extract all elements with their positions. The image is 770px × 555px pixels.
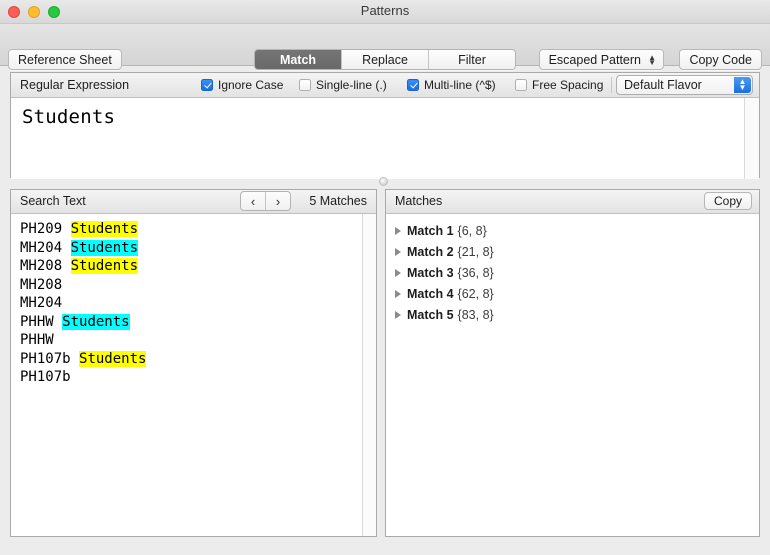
toolbar: Reference Sheet Match Replace Filter Esc… [0,24,770,70]
match-row[interactable]: Match 3 {36, 8} [386,262,759,283]
disclosure-triangle-icon[interactable] [395,268,401,277]
matches-list[interactable]: Match 1 {6, 8} Match 2 {21, 8} Match 3 {36, 8… [386,214,759,536]
checkbox-free-spacing[interactable] [515,79,527,91]
disclosure-triangle-icon[interactable] [395,310,401,319]
search-text-scrollbar[interactable] [362,214,376,536]
search-text-line: MH208 Students [20,257,146,276]
matches-title: Matches [395,194,443,208]
match-row-name: Match 4 [407,286,454,301]
option-multi-line-label: Multi-line (^$) [424,78,496,92]
match-row-range: {21, 8} [457,244,494,259]
copy-code-button[interactable]: Copy Code [679,49,762,70]
search-text-line: MH204 [20,294,146,313]
option-multi-line[interactable]: Multi-line (^$) [407,78,496,92]
match-highlight[interactable]: Students [62,313,130,330]
match-row[interactable]: Match 5 {83, 8} [386,304,759,325]
match-highlight[interactable]: Students [79,350,147,367]
search-text-header: Search Text ‹ › 5 Matches [11,190,376,214]
checkbox-single-line[interactable] [299,79,311,91]
option-free-spacing[interactable]: Free Spacing [515,78,603,92]
match-row-name: Match 5 [407,307,454,322]
chevron-updown-icon: ▲ ▼ [648,52,656,67]
tab-replace[interactable]: Replace [342,50,429,69]
chevron-updown-icon: ▲ ▼ [734,77,751,93]
match-row[interactable]: Match 1 {6, 8} [386,220,759,241]
toolbar-divider [611,77,612,93]
window-title: Patterns [360,3,410,18]
option-single-line[interactable]: Single-line (.) [299,78,387,92]
escaped-pattern-popup-button[interactable]: Escaped Pattern ▲ ▼ [538,49,664,70]
reference-sheet-button[interactable]: Reference Sheet [8,49,122,70]
checkbox-multi-line[interactable] [407,79,419,91]
match-row[interactable]: Match 4 {62, 8} [386,283,759,304]
search-text-pane: Search Text ‹ › 5 Matches PH209 Students… [10,189,377,537]
mode-segmented-control[interactable]: Match Replace Filter [254,49,516,70]
next-match-button[interactable]: › [266,192,290,210]
flavor-popup-button[interactable]: Default Flavor ▲ ▼ [616,75,753,95]
line-prefix: PH107b [20,369,71,385]
line-prefix: PH209 [20,221,71,237]
match-row-range: {62, 8} [457,286,494,301]
regex-editor[interactable]: Students [11,98,759,179]
option-ignore-case[interactable]: Ignore Case [201,78,283,92]
match-row[interactable]: Match 2 {21, 8} [386,241,759,262]
match-row-name: Match 3 [407,265,454,280]
search-text-line: PHHW [20,331,146,350]
search-text-editor[interactable]: PH209 Students MH204 Students MH208 Studen… [11,214,376,536]
search-text-line: MH208 [20,276,146,295]
match-highlight[interactable]: Students [70,258,139,274]
line-prefix: PHHW [20,332,54,348]
checkbox-ignore-case[interactable] [201,79,213,91]
match-highlight[interactable]: Students [70,239,139,256]
search-text-line: PH209 Students [20,220,146,239]
flavor-label: Default Flavor [624,78,702,92]
regular-expression-pane: Regular Expression Ignore Case Single-li… [10,72,760,179]
search-text-line: MH204 Students [20,239,146,258]
line-prefix: MH208 [20,276,63,293]
line-prefix: PH107b [20,350,80,367]
search-text-line: PHHW Students [20,313,146,332]
search-text-title: Search Text [20,194,86,208]
previous-match-button[interactable]: ‹ [241,192,266,210]
regex-pattern-text[interactable]: Students [22,106,115,128]
match-row-name: Match 1 [407,223,454,238]
match-row-range: {83, 8} [457,307,494,322]
regex-pane-header: Regular Expression Ignore Case Single-li… [11,73,759,98]
match-count-label: 5 Matches [309,194,367,208]
escaped-pattern-label: Escaped Pattern [548,52,641,67]
disclosure-triangle-icon[interactable] [395,247,401,256]
search-text-line: PH107b Students [20,350,147,369]
match-row-name: Match 2 [407,244,454,259]
line-prefix: MH204 [20,239,71,256]
regex-pane-title: Regular Expression [20,78,130,92]
split-resize-handle[interactable] [379,177,388,186]
disclosure-triangle-icon[interactable] [395,289,401,298]
search-text-line: PH107b [20,368,146,387]
tab-match[interactable]: Match [255,50,342,69]
option-free-spacing-label: Free Spacing [532,78,604,92]
line-prefix: PHHW [20,313,63,330]
matches-pane: Matches Copy Match 1 {6, 8} Match 2 {21, 8}… [385,189,760,537]
tab-filter[interactable]: Filter [429,50,515,69]
match-highlight[interactable]: Students [70,221,139,237]
disclosure-triangle-icon[interactable] [395,226,401,235]
regex-scrollbar[interactable] [744,98,759,179]
title-bar: Patterns [0,0,770,24]
line-prefix: MH208 [20,258,71,274]
option-single-line-label: Single-line (.) [316,78,387,92]
match-row-range: {6, 8} [457,223,487,238]
search-text-content[interactable]: PH209 Students MH204 Students MH208 Studen… [20,220,147,387]
matches-header: Matches Copy [386,190,759,214]
copy-matches-button[interactable]: Copy [703,192,752,210]
line-prefix: MH204 [20,295,63,311]
option-ignore-case-label: Ignore Case [218,78,284,92]
match-row-range: {36, 8} [457,265,494,280]
match-navigation-control[interactable]: ‹ › [240,191,291,211]
